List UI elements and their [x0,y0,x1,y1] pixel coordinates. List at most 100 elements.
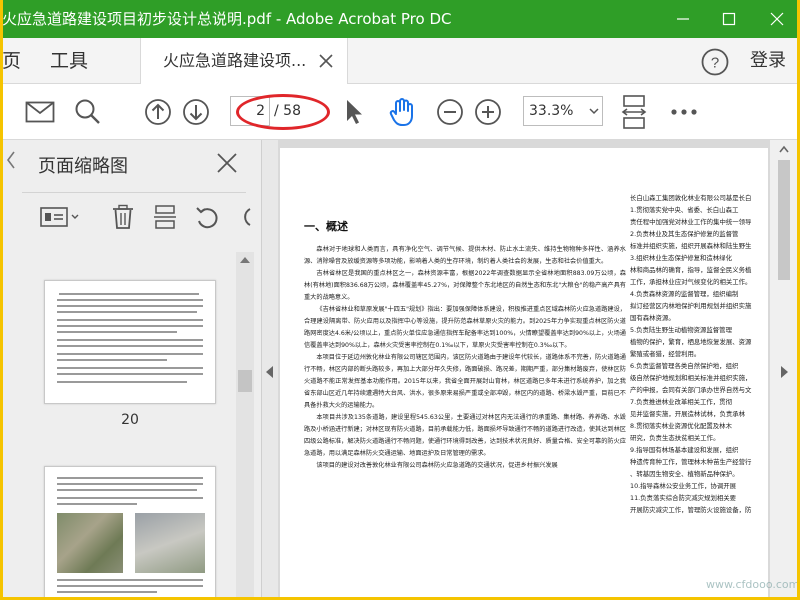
side-text-line: 繁殖或者猎，经营利用。 [630,350,701,358]
body-paragraph: 吉林省林区是我国的重点林区之一，森林资源丰富，根据2022年调查数据显示全省林地… [304,270,626,301]
delete-page-button[interactable] [108,202,138,232]
page-thumbnail-label: 20 [121,412,139,428]
scrollbar-thumb[interactable] [238,370,252,392]
side-text-line: 植物的保护，繁育，栖息地恢复发展、资源 [630,338,752,346]
zoom-in-button[interactable] [472,96,504,128]
zoom-level-value: 33.3% [529,103,574,119]
thumbnail-text-line [57,353,203,355]
thumbnail-text-line [57,359,167,361]
side-text-line: 工作，承担林业应对气候变化的相关工作。 [630,278,752,286]
search-icon [75,99,100,124]
side-text-line: 6.负责监督管理各类自然保护地，组织 [630,362,739,370]
mail-button[interactable] [24,96,56,128]
page-thumbnail[interactable] [44,280,216,404]
side-text-line: 10.指导森林公安业务工作，协调开展 [630,482,737,490]
cursor-icon [347,100,362,124]
zoom-out-icon [437,99,463,125]
thumbnail-text-line [57,331,177,333]
annotation-ellipse [236,94,330,130]
next-page-button[interactable] [180,96,212,128]
minimize-icon [677,18,689,20]
rotate-page-button[interactable] [192,202,222,232]
menu-tools[interactable]: 工具 [50,38,88,84]
mail-icon [25,101,55,123]
side-text-line: 4.负责森林资源的监督管理，组织编制 [630,290,739,298]
hand-icon [389,98,413,126]
zoom-level-select[interactable]: 33.3% [523,96,603,126]
thumbnail-text-line [57,483,203,485]
svg-text:?: ? [711,55,719,72]
fit-page-button[interactable] [618,92,650,132]
side-text-column: 长白山森工集团敦化林业有限公司基是长白 1.贯彻落实党中央、省委、长白山森工 责任程… [630,192,768,516]
scrollbar-thumb[interactable] [778,160,790,280]
maximize-icon [722,12,736,26]
thumbnail-text-line [57,325,203,327]
document-tab[interactable]: 火应急道路建设项... [140,38,348,85]
scroll-up-icon[interactable] [239,256,251,264]
side-text-line: 国有森林资源。 [630,314,675,322]
body-paragraph: 本项目位于延边州敦化林业有限公司辖区范围内，该区防火道路由于建设年代较长，道路体… [304,354,626,409]
thumbnail-text-line [57,305,203,307]
document-page: 一、概述 森林对于地球和人类而言，具有净化空气、调节气候、提供木材、防止水土流失… [280,148,768,600]
chevron-left-icon[interactable] [266,366,274,378]
help-icon[interactable]: ? [700,47,730,77]
hand-tool-button[interactable] [386,96,418,128]
thumbnail-text-line [57,381,187,383]
body-paragraph: 森林对于地球和人类而言，具有净化空气、调节气候、提供木材、防止水土流失、维持生物… [304,246,626,265]
close-icon[interactable] [216,152,238,174]
document-tab-label: 火应急道路建设项... [163,51,307,70]
options-menu-button[interactable] [40,202,84,232]
thumbnail-text-line [57,299,203,301]
thumbnails-scrollbar[interactable] [236,252,254,600]
thumbnail-text-line [59,293,199,295]
thumbnail-text-line [57,311,197,313]
chevron-right-icon[interactable] [780,366,788,378]
maximize-button[interactable] [706,0,752,38]
watermark: www.cfdooo.com [706,578,800,591]
more-tools-button[interactable] [668,96,700,128]
side-text-line: 见并监督实施，开展造林试林，负责承林 [630,410,746,418]
side-text-line: 林和商品林的确育，指导，监督全民义务植 [630,266,752,274]
thumbnail-text-line [57,497,203,499]
page-split-icon [154,205,176,229]
side-text-line: 拟订经营区内林地保护利用规划并组织实施 [630,302,752,310]
side-text-line: 种遗传育种工作，管理林木种苗生产经营行 [630,458,752,466]
title-bar: 火应急道路建设项目初步设计总说明.pdf - Adobe Acrobat Pro… [0,0,800,38]
thumbnail-photo [135,513,205,573]
side-text-line: 9.指导国有林场基本建设和发展，组织 [630,446,739,454]
scroll-up-icon[interactable] [778,144,790,154]
thumbnails-panel: 页面缩略图 20 [0,140,262,600]
fit-page-icon [621,95,647,129]
prev-page-button[interactable] [142,96,174,128]
zoom-out-button[interactable] [434,96,466,128]
body-paragraph: 本项目共涉及135条道路，建设里程545.63公里，主要通过对林区内无法通行的承… [304,414,626,457]
document-scrollbar[interactable] [770,140,797,600]
document-view[interactable]: 一、概述 森林对于地球和人类而言，具有净化空气、调节气候、提供木材、防止水土流失… [278,140,770,600]
side-text-line: 7.负责推进林业改革相关工作，贯彻 [630,398,732,406]
menu-home[interactable]: 页 [2,38,21,84]
close-icon[interactable] [317,52,335,70]
search-button[interactable] [72,96,104,128]
extract-page-button[interactable] [150,202,180,232]
side-text-line: 标准并组织实施，组织开展森林和陆生野生 [630,242,752,250]
login-button[interactable]: 登录 [750,38,786,84]
body-paragraph: 该项目的建设对改善敦化林业有限公司森林防火应急道路的交通状况，促进乡村振兴发展 [316,462,558,469]
side-text-line: 级自然保护地规划和相关标准并组织实施， [630,374,752,382]
thumbnail-text-line [57,345,203,347]
close-icon [770,12,784,26]
page-thumbnail[interactable] [44,466,216,600]
minimize-button[interactable] [660,0,706,38]
select-tool-button[interactable] [338,96,370,128]
section-heading: 一、概述 [304,220,348,233]
side-text-line: 长白山森工集团敦化林业有限公司基是长白 [630,194,752,202]
rotate-clockwise-button[interactable] [232,202,252,232]
panel-splitter[interactable] [262,140,278,600]
side-text-line: 责任程中加强党对林业工作的集中统一领导 [630,218,752,226]
collapse-panel-icon[interactable] [0,140,22,180]
thumbnail-text-line [57,339,203,341]
close-window-button[interactable] [754,0,800,38]
thumbnail-text-line [57,591,157,593]
thumbnail-text-line [57,489,197,491]
side-text-line: 11.负责落实综合防灾减灾规划相关要 [630,494,737,502]
side-text-line: 5.负责陆生野生动植物资源监督管理 [630,326,732,334]
